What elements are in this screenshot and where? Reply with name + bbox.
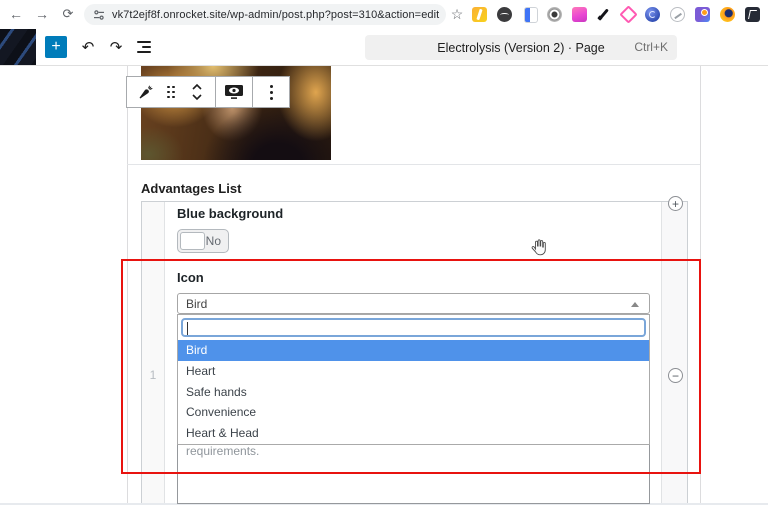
icon-field-label: Icon: [177, 270, 204, 285]
bookmark-star-icon[interactable]: ☆: [446, 2, 468, 26]
block-toolbar-group-options: [252, 77, 289, 107]
extension-icon-reader[interactable]: [524, 7, 538, 23]
dropdown-option-heart[interactable]: Heart: [178, 361, 649, 382]
add-row-button[interactable]: +: [668, 196, 683, 211]
carrot-icon: [139, 84, 153, 99]
document-title: Electrolysis (Version 2) · Page: [437, 40, 605, 55]
block-toolbar-group-main: [127, 77, 215, 107]
text-caret: [187, 322, 188, 335]
address-bar[interactable]: vk7t2ejf8f.onrocket.site/wp-admin/post.p…: [84, 4, 446, 25]
dropdown-option-heart-head[interactable]: Heart & Head: [178, 423, 649, 444]
extension-icon-pink-panel[interactable]: [572, 7, 587, 22]
block-toolbar: [126, 76, 290, 108]
extension-icon-lightning[interactable]: [472, 7, 487, 22]
kebab-icon: [269, 84, 273, 100]
site-info-icon[interactable]: [93, 9, 105, 21]
blue-background-label: Blue background: [177, 206, 284, 221]
browser-toolbar: ← → ⟳ vk7t2ejf8f.onrocket.site/wp-admin/…: [0, 0, 768, 29]
drag-dots-icon: [167, 85, 175, 99]
block-toolbar-group-preview: [215, 77, 252, 107]
icon-select-value: Bird: [186, 297, 208, 311]
block-separator: [127, 164, 700, 165]
dropdown-option-safe-hands[interactable]: Safe hands: [178, 382, 649, 403]
row-drag-handle[interactable]: 1: [142, 368, 164, 382]
extension-icon-picker[interactable]: [695, 7, 710, 22]
undo-button[interactable]: ↶: [76, 36, 100, 58]
dropdown-results: Bird Heart Safe hands Convenience Heart …: [178, 340, 649, 444]
toggle-value-label: No: [205, 234, 221, 248]
browser-reload-button[interactable]: ⟳: [56, 2, 80, 26]
extension-icon-lens[interactable]: [547, 7, 562, 22]
dropdown-option-bird[interactable]: Bird: [178, 340, 649, 361]
move-up-down-buttons[interactable]: [184, 77, 210, 107]
dropdown-search-wrap: [178, 315, 649, 340]
row-number-column: [142, 202, 165, 503]
extension-icon-compass[interactable]: [670, 7, 685, 22]
command-palette-bar[interactable]: Electrolysis (Version 2) · Page Ctrl+K: [365, 35, 677, 60]
toggle-knob: [180, 232, 205, 250]
list-view-button[interactable]: [132, 36, 156, 58]
redo-button[interactable]: ↷: [104, 36, 128, 58]
extension-icon-flame[interactable]: [720, 7, 735, 22]
screen-eye-icon: [225, 85, 243, 99]
add-block-button[interactable]: +: [45, 36, 67, 58]
block-preview-toggle-button[interactable]: [221, 77, 247, 107]
extension-icon-wave[interactable]: [497, 7, 512, 22]
chevron-up-down-icon: [192, 83, 202, 101]
screenshot-root: ← → ⟳ vk7t2ejf8f.onrocket.site/wp-admin/…: [0, 0, 768, 509]
browser-forward-button[interactable]: →: [30, 2, 54, 26]
extension-icon-eyedropper[interactable]: [596, 7, 611, 22]
blue-background-toggle[interactable]: No: [177, 229, 229, 253]
browser-back-button[interactable]: ←: [4, 2, 28, 26]
dropdown-search-input[interactable]: [181, 318, 646, 337]
block-type-button[interactable]: [132, 77, 158, 107]
icon-select-dropdown: Bird Heart Safe hands Convenience Heart …: [177, 314, 650, 445]
row-actions-column: [661, 202, 687, 503]
list-view-icon: [137, 41, 151, 53]
url-text: vk7t2ejf8f.onrocket.site/wp-admin/post.p…: [112, 8, 440, 21]
site-logo[interactable]: [0, 29, 36, 65]
editor-header: + ↶ ↷ Electrolysis (Version 2) · Page Ct…: [0, 29, 768, 66]
icon-select[interactable]: Bird: [177, 293, 650, 314]
canvas-right-border: [700, 66, 701, 504]
canvas-left-border: [127, 66, 128, 504]
chevron-up-icon: [631, 302, 639, 307]
block-options-button[interactable]: [258, 77, 284, 107]
shortcut-hint: Ctrl+K: [634, 40, 668, 54]
extension-icon-figma-like[interactable]: [745, 7, 760, 22]
extension-icon-swirl[interactable]: [645, 7, 660, 22]
remove-row-button[interactable]: −: [668, 368, 683, 383]
extension-icon-diamond[interactable]: [619, 5, 638, 24]
dropdown-option-convenience[interactable]: Convenience: [178, 402, 649, 423]
drag-handle[interactable]: [158, 77, 184, 107]
text-field-textarea[interactable]: requirements.: [177, 441, 650, 504]
field-section-label: Advantages List: [141, 181, 242, 196]
